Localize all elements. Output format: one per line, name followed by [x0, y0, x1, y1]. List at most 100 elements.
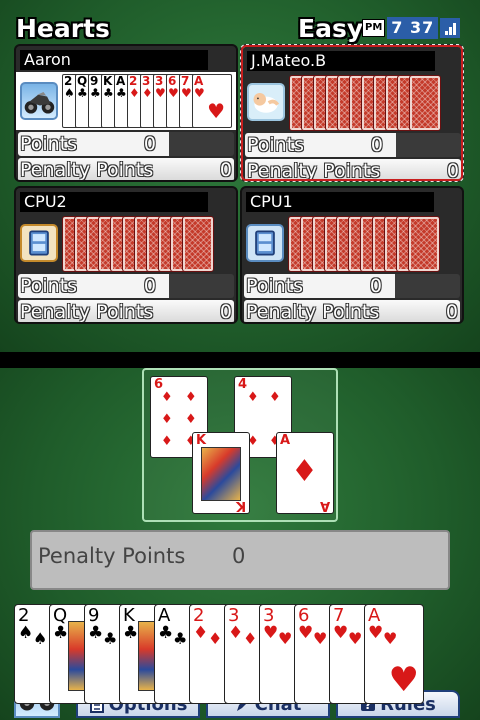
points-row: Points 0: [18, 132, 234, 156]
card-suit-icon: ♥: [333, 623, 349, 643]
card-pip-icon: ♣: [103, 629, 118, 648]
diamond-icon: ♦: [185, 412, 197, 427]
player-name: CPU2: [20, 192, 208, 212]
trick-area: 6 ♦ ♦ ♦ ♦ ♦ ♦ 4 ♦ ♦ ♦ ♦ K K A ♦ A: [142, 368, 338, 522]
card-suit-icon: ♥: [168, 86, 179, 100]
mini-card: A ♥ ♥: [192, 74, 232, 128]
penalty-status-value: 0: [232, 544, 246, 568]
ds-console-icon: [20, 224, 58, 262]
penalty-row: Penalty Points 0: [18, 158, 234, 181]
difficulty-label: Easy: [298, 14, 364, 43]
card-pip-icon: ♥: [278, 629, 293, 648]
card-pip-icon: ♠: [33, 629, 48, 648]
trick-card-4: A ♦ A: [276, 432, 334, 514]
penalty-value: 0: [219, 301, 232, 323]
ds-console-icon: [246, 224, 284, 262]
title-bar: Hearts Easy PM 7 37: [12, 14, 468, 44]
penalty-row: Penalty Points 0: [244, 300, 460, 323]
card-suit-icon: ♠: [18, 623, 34, 643]
player-hand-area: [243, 73, 461, 131]
diamond-icon: ♦: [291, 454, 318, 489]
card-suit-icon: ♦: [228, 623, 244, 643]
points-label: Points: [20, 275, 78, 297]
penalty-value: 0: [446, 160, 459, 182]
penalty-label: Penalty Points: [247, 160, 381, 182]
penalty-label: Penalty Points: [20, 159, 154, 181]
game-title: Hearts: [16, 14, 110, 43]
card-suit-icon: ♣: [103, 86, 114, 100]
hand-card[interactable]: A ♥ ♥ ♥: [364, 604, 424, 704]
points-row: Points 0: [18, 274, 234, 298]
card-back: [182, 216, 214, 272]
bottom-screen: 6 ♦ ♦ ♦ ♦ ♦ ♦ 4 ♦ ♦ ♦ ♦ K K A ♦ A Penalt…: [0, 368, 480, 720]
diamond-icon: ♦: [161, 390, 173, 405]
card-suit-icon: ♥: [181, 86, 192, 100]
penalty-label: Penalty Points: [246, 301, 380, 323]
card-back: [409, 75, 441, 131]
penalty-status-label: Penalty Points: [38, 544, 186, 568]
motorcycle-icon: [20, 82, 58, 120]
points-label: Points: [246, 275, 304, 297]
penalty-value: 0: [219, 159, 232, 181]
points-value: 0: [143, 275, 156, 297]
card-rank: A: [280, 433, 291, 448]
card-suit-icon: ♥: [155, 86, 166, 100]
signal-strength-icon: [440, 18, 461, 38]
card-pip-icon: ♥: [348, 629, 363, 648]
card-suit-icon: ♣: [77, 86, 88, 100]
card-suit-icon: ♥: [298, 623, 314, 643]
card-pip-icon: ♣: [173, 629, 188, 648]
player-hand: 2 ♠ ♠ Q ♣ 9 ♣ ♣ K ♣ A ♣ ♣ 2 ♦ ♦ 3 ♦ ♦ 3 ♥ ♥ 6 ♥ ♥ 7 ♥ ♥ A ♥ ♥ ♥: [14, 604, 466, 704]
points-label: Points: [20, 133, 78, 155]
diamond-icon: ♦: [185, 390, 197, 405]
card-pip-icon: ♥: [313, 629, 328, 648]
player-hand-area: [242, 214, 462, 272]
player-name: CPU1: [246, 192, 434, 212]
heart-icon: ♥: [388, 660, 419, 700]
card-suit-icon: ♦: [142, 86, 153, 100]
points-row: Points 0: [245, 133, 461, 157]
points-value: 0: [369, 275, 382, 297]
card-pip-icon: ♦: [208, 629, 223, 648]
points-label: Points: [247, 134, 305, 156]
penalty-label: Penalty Points: [20, 301, 154, 323]
diamond-icon: ♦: [247, 390, 259, 405]
card-suit-icon: ♥: [263, 623, 279, 643]
heart-icon: ♥: [207, 99, 225, 123]
penalty-value: 0: [445, 301, 458, 323]
card-suit-icon: ♣: [53, 623, 69, 643]
card-suit-icon: ♥: [194, 86, 205, 100]
card-suit-icon: ♥: [368, 623, 384, 643]
card-back: [408, 216, 440, 272]
card-suit-icon: ♦: [193, 623, 209, 643]
diamond-icon: ♦: [269, 390, 281, 405]
card-suit-icon: ♣: [123, 623, 139, 643]
top-screen: Hearts Easy PM 7 37 Aaron 2 ♠ Q ♣ 9 ♣ K ♣ A ♣ 2 ♦ 3 ♦…: [0, 0, 480, 352]
clock-time: 7 37: [387, 17, 439, 39]
trick-card-3: K K: [192, 432, 250, 514]
points-value: 0: [370, 134, 383, 156]
king-face-icon: [201, 447, 241, 501]
card-pip-icon: ♦: [243, 629, 258, 648]
player-panel-aaron: Aaron 2 ♠ Q ♣ 9 ♣ K ♣ A ♣ 2 ♦ 3 ♦ 3 ♥ 6 ♥ 7 ♥ A ♥ ♥ Points 0 P…: [14, 44, 238, 182]
diamond-icon: ♦: [161, 412, 173, 427]
player-panel-cpu2: CPU2 Points 0 Penalty Points 0: [14, 186, 238, 324]
card-rank: K: [196, 433, 207, 448]
penalty-row: Penalty Points 0: [245, 159, 461, 182]
card-rank-bottom: K: [235, 498, 246, 513]
player-panel-jmateob: J.Mateo.B Points 0 Penalty Points 0: [240, 44, 464, 182]
player-panel-cpu1: CPU1 Points 0 Penalty Points 0: [240, 186, 464, 324]
points-value: 0: [143, 133, 156, 155]
time-period-badge: PM: [362, 19, 386, 37]
screen-divider: [0, 352, 480, 368]
card-suit-icon: ♦: [129, 86, 140, 100]
penalty-status-box: Penalty Points 0: [30, 530, 450, 590]
player-name: Aaron: [20, 50, 208, 70]
points-row: Points 0: [244, 274, 460, 298]
card-suit-icon: ♣: [88, 623, 104, 643]
card-rank-bottom: A: [319, 498, 330, 513]
player-name: J.Mateo.B: [247, 51, 435, 71]
player-hand-area: [16, 214, 236, 272]
card-pip-icon: ♥: [383, 629, 398, 648]
baby-icon: [247, 83, 285, 121]
